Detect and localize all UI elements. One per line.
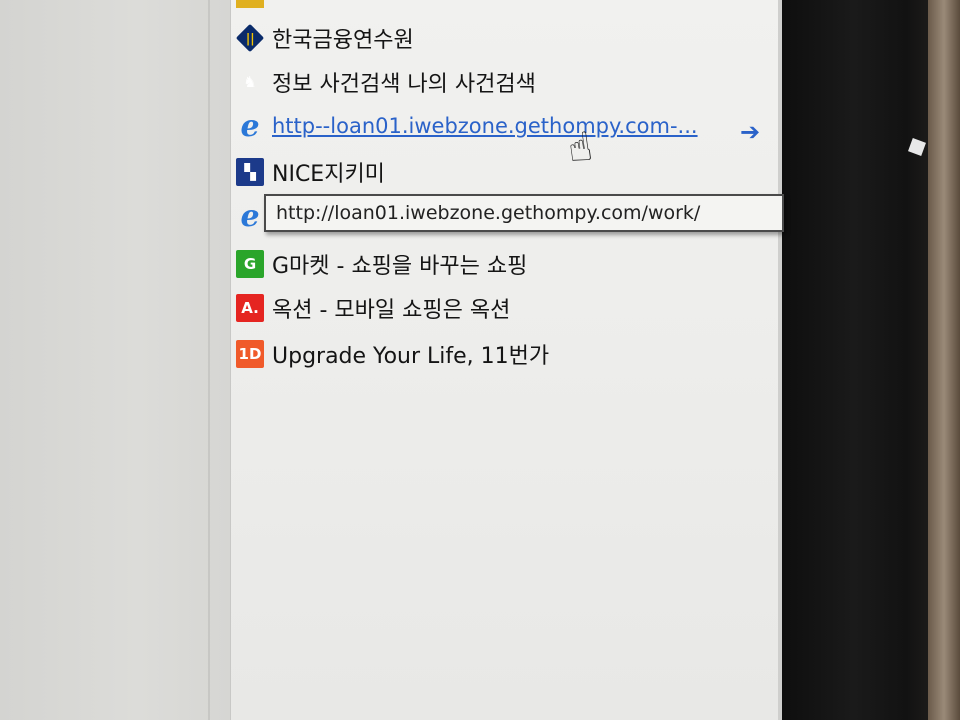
favorite-item-gmarket[interactable]: G G마켓 - 쇼핑을 바꾸는 쇼핑 [236,248,776,280]
favicon-icon [236,0,264,8]
kfi-logo-icon: || [235,23,265,53]
favorite-label: Upgrade Your Life, 11번가 [272,344,550,369]
favorite-item-nice[interactable]: ▚ NICE지키미 [236,156,776,188]
favorite-item-court[interactable]: ♞ 정보 사건검색 나의 사건검색 [236,66,776,98]
divider [208,0,210,720]
favorite-label: 정보 사건검색 나의 사건검색 [272,72,536,97]
favorite-link-label: http--loan01.iwebzone.gethompy.com-... [272,114,698,138]
st-glyph: 1D [238,345,262,363]
court-icon: ♞ [243,73,257,91]
auction-icon: A. [236,294,264,322]
ie-icon: e [236,199,264,234]
favorite-label: 옥션 - 모바일 쇼핑은 옥션 [272,298,511,323]
favorite-item-cut[interactable] [236,0,272,10]
favorite-item-loan[interactable]: e http--loan01.iwebzone.gethompy.com-... [236,109,776,144]
favorite-label: 한국금융연수원 [272,28,414,53]
ie-icon: e [236,109,264,144]
11st-icon: 1D [236,340,264,368]
background-area [0,0,230,720]
monitor-bezel [782,0,960,720]
ie-glyph: e [240,198,260,234]
favorite-label: G마켓 - 쇼핑을 바꾸는 쇼핑 [272,254,528,279]
tooltip-text: http://loan01.iwebzone.gethompy.com/work… [276,202,701,224]
nice-icon: ▚ [236,158,264,186]
favorite-item-kfi[interactable]: || 한국금융연수원 [235,22,776,54]
gmarket-glyph: G [243,255,257,273]
favorite-item-auction[interactable]: A. 옥션 - 모바일 쇼핑은 옥션 [236,292,776,324]
kfi-glyph: || [245,30,255,45]
url-tooltip: http://loan01.iwebzone.gethompy.com/work… [264,194,784,232]
light-reflection [908,138,926,156]
nice-glyph: ▚ [244,163,256,181]
gmarket-icon: G [236,250,264,278]
go-arrow-icon[interactable]: ➔ [740,118,760,146]
ie-glyph: e [240,108,260,144]
wood-frame [928,0,960,720]
favorite-item-11st[interactable]: 1D Upgrade Your Life, 11번가 [236,338,776,370]
auction-glyph: A. [241,299,259,317]
favorite-label: NICE지키미 [272,162,385,187]
